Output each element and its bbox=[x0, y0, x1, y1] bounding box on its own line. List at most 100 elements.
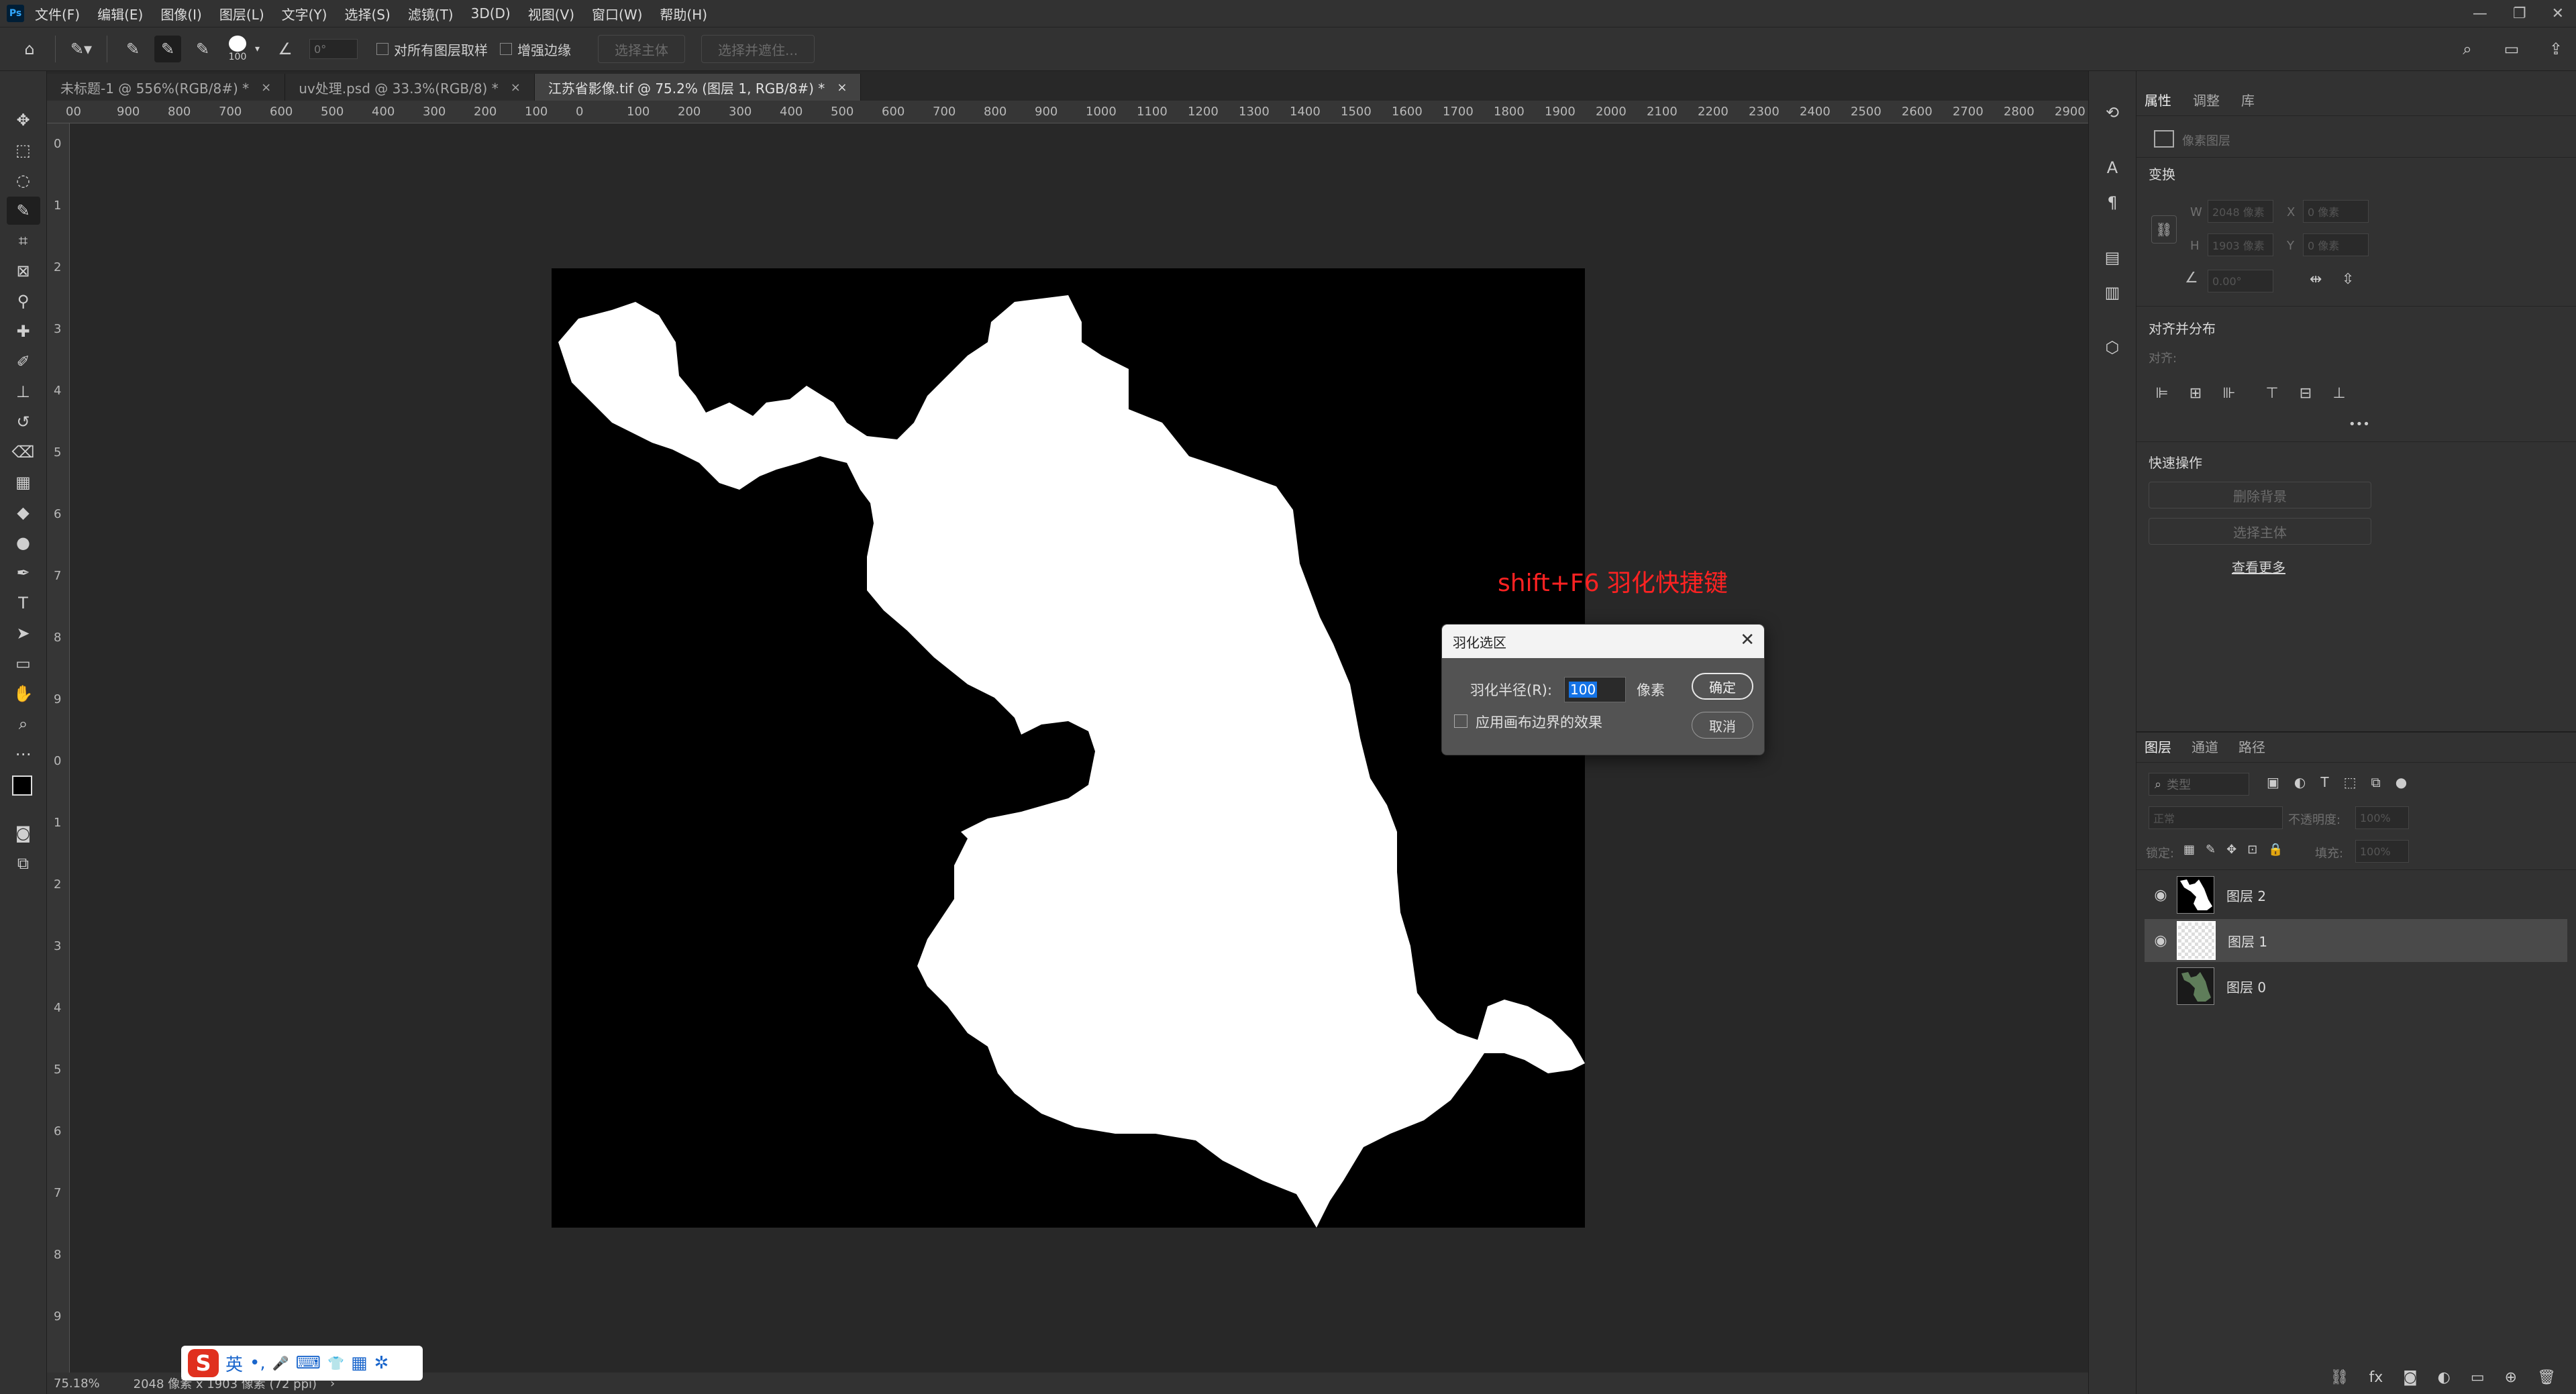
select-and-mask-button[interactable]: 选择并遮住... bbox=[701, 35, 815, 63]
microphone-icon[interactable]: 🎤 bbox=[272, 1355, 289, 1371]
zoom-level[interactable]: 75.18% bbox=[54, 1377, 100, 1391]
filter-type-icon[interactable]: T bbox=[2320, 774, 2328, 790]
eyedropper-tool-icon[interactable]: ⚲ bbox=[7, 287, 40, 315]
move-tool-icon[interactable]: ✥ bbox=[7, 106, 40, 134]
adjustment-layer-icon[interactable]: ◐ bbox=[2438, 1369, 2451, 1386]
close-icon[interactable]: ✕ bbox=[1740, 630, 1755, 650]
type-tool-icon[interactable]: T bbox=[7, 589, 40, 617]
history-panel-icon[interactable]: ⟲ bbox=[2098, 98, 2127, 127]
close-window-button[interactable]: ✕ bbox=[2552, 5, 2564, 22]
marquee-tool-icon[interactable]: ⬚ bbox=[7, 136, 40, 164]
3d-panel-icon[interactable]: ⬡ bbox=[2098, 333, 2127, 362]
color-swatches[interactable] bbox=[7, 770, 40, 817]
close-icon[interactable]: × bbox=[511, 81, 521, 95]
quick-actions-title[interactable]: 快速操作 bbox=[2149, 452, 2202, 472]
width-input[interactable]: 2048 像素 bbox=[2208, 200, 2273, 223]
zoom-tool-icon[interactable]: ⌕ bbox=[7, 710, 40, 738]
tab-properties[interactable]: 属性 bbox=[2145, 90, 2171, 109]
menu-image[interactable]: 图像(I) bbox=[160, 4, 202, 23]
subtract-selection-icon[interactable]: ✎ bbox=[189, 36, 216, 62]
lock-all-icon[interactable]: 🔒 bbox=[2268, 843, 2283, 857]
quick-mask-icon[interactable]: ◙ bbox=[7, 819, 40, 847]
crop-tool-icon[interactable]: ⌗ bbox=[7, 227, 40, 255]
align-middle-v-icon[interactable]: ⊟ bbox=[2294, 381, 2318, 405]
visibility-eye-icon[interactable]: ◉ bbox=[2145, 887, 2177, 904]
new-selection-icon[interactable]: ✎ bbox=[119, 36, 146, 62]
pen-tool-icon[interactable]: ✒ bbox=[7, 559, 40, 587]
feather-radius-input[interactable]: 100 bbox=[1564, 677, 1626, 702]
layer-row-1[interactable]: ◉ 图层 1 bbox=[2145, 919, 2567, 962]
tab-untitled[interactable]: 未标题-1 @ 556%(RGB/8#) * × bbox=[47, 74, 286, 101]
lock-image-icon[interactable]: ✎ bbox=[2206, 843, 2216, 857]
punctuation-icon[interactable]: •, bbox=[250, 1353, 266, 1373]
hand-tool-icon[interactable]: ✋ bbox=[7, 680, 40, 708]
lock-position-icon[interactable]: ✥ bbox=[2226, 843, 2236, 857]
tab-channels[interactable]: 通道 bbox=[2192, 737, 2218, 756]
menu-type[interactable]: 文字(Y) bbox=[282, 4, 327, 23]
angle-input[interactable]: 0° bbox=[309, 39, 358, 59]
filter-shape-icon[interactable]: ⬚ bbox=[2344, 774, 2357, 790]
menu-file[interactable]: 文件(F) bbox=[35, 4, 80, 23]
visibility-eye-icon[interactable]: ◉ bbox=[2145, 932, 2177, 949]
new-group-icon[interactable]: ▭ bbox=[2471, 1369, 2485, 1386]
path-selection-icon[interactable]: ➤ bbox=[7, 619, 40, 647]
new-layer-icon[interactable]: ⊕ bbox=[2505, 1369, 2517, 1386]
tab-adjustments[interactable]: 调整 bbox=[2193, 90, 2220, 109]
align-bottom-icon[interactable]: ⊥ bbox=[2327, 381, 2351, 405]
brush-size-picker[interactable]: 100 bbox=[224, 36, 251, 62]
flip-horizontal-icon[interactable]: ⇹ bbox=[2310, 271, 2322, 288]
dodge-tool-icon[interactable]: ● bbox=[7, 529, 40, 557]
menu-window[interactable]: 窗口(W) bbox=[592, 4, 642, 23]
menu-3d[interactable]: 3D(D) bbox=[471, 5, 511, 21]
flip-vertical-icon[interactable]: ⇳ bbox=[2342, 271, 2354, 288]
opacity-input[interactable]: 100% bbox=[2355, 806, 2409, 829]
chevron-down-icon[interactable]: ▾ bbox=[255, 44, 260, 54]
search-icon[interactable]: ⌕ bbox=[2454, 36, 2481, 62]
screen-mode-icon[interactable]: ⧉ bbox=[7, 849, 40, 877]
toolbox-icon[interactable]: ▦ bbox=[351, 1353, 368, 1373]
transform-section-title[interactable]: 变换 bbox=[2149, 164, 2175, 183]
gradient-tool-icon[interactable]: ▦ bbox=[7, 468, 40, 496]
lock-transparent-icon[interactable]: ▦ bbox=[2183, 843, 2195, 857]
lock-artboard-icon[interactable]: ⊡ bbox=[2247, 843, 2257, 857]
paragraph-panel-icon[interactable]: ¶ bbox=[2098, 188, 2127, 217]
blend-mode-select[interactable]: 正常 bbox=[2149, 806, 2283, 829]
ok-button[interactable]: 确定 bbox=[1692, 673, 1753, 700]
link-layers-icon[interactable]: ⛓ bbox=[2330, 1369, 2349, 1386]
layer-row-0[interactable]: 图层 0 bbox=[2145, 965, 2567, 1008]
stamp-tool-icon[interactable]: ⊥ bbox=[7, 378, 40, 406]
blur-tool-icon[interactable]: ◆ bbox=[7, 498, 40, 527]
settings-icon[interactable]: ✲ bbox=[374, 1353, 389, 1373]
align-left-icon[interactable]: ⊫ bbox=[2150, 381, 2174, 405]
select-subject-button[interactable]: 选择主体 bbox=[598, 35, 686, 63]
share-icon[interactable]: ⇪ bbox=[2542, 36, 2569, 62]
add-mask-icon[interactable]: ◙ bbox=[2403, 1369, 2417, 1386]
align-right-icon[interactable]: ⊪ bbox=[2217, 381, 2241, 405]
shape-tool-icon[interactable]: ▭ bbox=[7, 649, 40, 678]
select-subject-button[interactable]: 选择主体 bbox=[2149, 518, 2371, 545]
tab-jiangsu-tif[interactable]: 江苏省影像.tif @ 75.2% (图层 1, RGB/8#) * × bbox=[534, 74, 862, 101]
healing-brush-icon[interactable]: ✚ bbox=[7, 317, 40, 345]
filter-pixel-icon[interactable]: ▣ bbox=[2267, 774, 2279, 790]
close-icon[interactable]: × bbox=[837, 81, 847, 95]
fill-input[interactable]: 100% bbox=[2355, 840, 2409, 863]
filter-toggle-icon[interactable]: ● bbox=[2395, 774, 2407, 790]
notes-panel-icon[interactable]: ▥ bbox=[2098, 278, 2127, 307]
see-more-link[interactable]: 查看更多 bbox=[2232, 557, 2285, 576]
tab-paths[interactable]: 路径 bbox=[2238, 737, 2265, 756]
lasso-tool-icon[interactable]: ◌ bbox=[7, 166, 40, 195]
menu-view[interactable]: 视图(V) bbox=[528, 4, 574, 23]
close-icon[interactable]: × bbox=[261, 81, 271, 95]
skin-icon[interactable]: 👕 bbox=[327, 1355, 344, 1371]
home-icon[interactable]: ⌂ bbox=[16, 36, 43, 62]
layer-style-icon[interactable]: fx bbox=[2369, 1369, 2383, 1386]
layer-filter[interactable]: ⌕ 类型 bbox=[2149, 773, 2249, 796]
sample-all-layers-checkbox[interactable] bbox=[376, 43, 389, 55]
document-canvas[interactable] bbox=[552, 268, 1585, 1228]
align-section-title[interactable]: 对齐并分布 bbox=[2149, 318, 2216, 337]
delete-layer-icon[interactable]: 🗑 bbox=[2537, 1369, 2556, 1386]
libraries-panel-icon[interactable]: ▤ bbox=[2098, 243, 2127, 272]
tab-uv-psd[interactable]: uv处理.psd @ 33.3%(RGB/8) * × bbox=[285, 74, 535, 101]
link-icon[interactable]: ⛓ bbox=[2151, 215, 2177, 244]
layer-row-2[interactable]: ◉ 图层 2 bbox=[2145, 873, 2567, 916]
